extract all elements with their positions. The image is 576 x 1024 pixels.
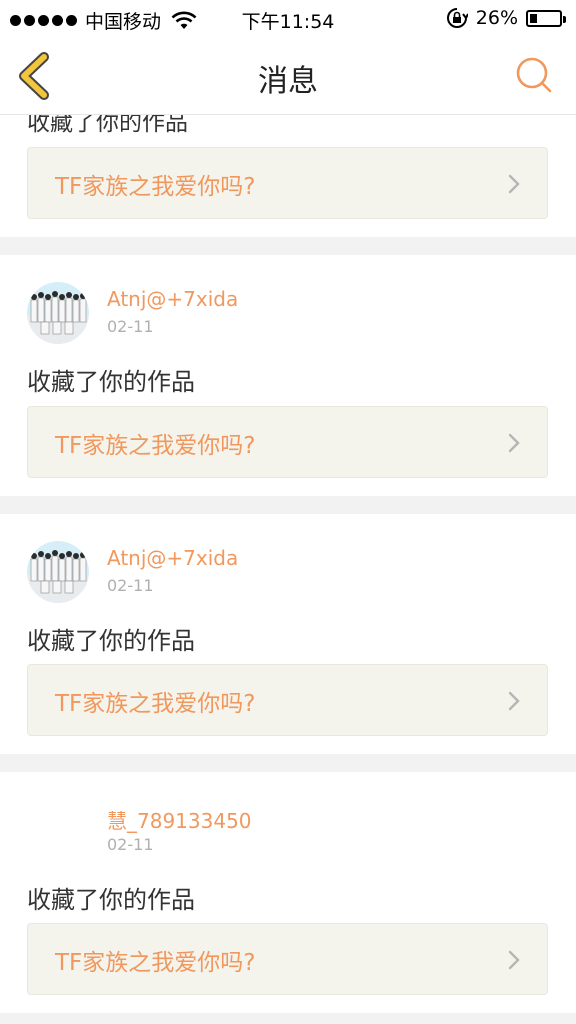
status-bar: 中国移动 下午11:54 26% bbox=[0, 0, 576, 38]
username-link[interactable]: 慧_789133450 bbox=[107, 805, 252, 834]
avatar[interactable] bbox=[27, 541, 89, 603]
chevron-right-icon bbox=[508, 950, 520, 970]
work-title: TF家族之我爱你吗? bbox=[55, 174, 256, 200]
message-action-text: 收藏了你的作品 bbox=[27, 886, 195, 914]
message-date: 02-11 bbox=[107, 835, 154, 854]
message-date: 02-11 bbox=[107, 576, 154, 595]
section-divider bbox=[0, 1013, 576, 1024]
page-title: 消息 bbox=[258, 64, 318, 99]
status-right: 26% bbox=[446, 7, 566, 29]
work-card[interactable]: TF家族之我爱你吗? bbox=[27, 923, 548, 995]
section-divider bbox=[0, 496, 576, 514]
work-card[interactable]: TF家族之我爱你吗? bbox=[27, 147, 548, 219]
message-action-text: 收藏了你的作品 bbox=[27, 627, 195, 655]
avatar[interactable] bbox=[27, 800, 89, 862]
username-link[interactable]: Atnj@+7xida bbox=[107, 287, 238, 311]
battery-nub bbox=[563, 15, 566, 23]
rotation-lock-icon bbox=[446, 8, 468, 28]
search-icon[interactable] bbox=[514, 55, 554, 95]
message-date: 02-11 bbox=[107, 317, 154, 336]
avatar-image bbox=[27, 282, 89, 344]
message-action-text: 收藏了你的作品 bbox=[27, 115, 188, 136]
battery-percent: 26% bbox=[475, 7, 518, 29]
message-action-text: 收藏了你的作品 bbox=[27, 368, 195, 396]
username-link[interactable]: Atnj@+7xida bbox=[107, 546, 238, 570]
section-divider bbox=[0, 237, 576, 255]
work-card[interactable]: TF家族之我爱你吗? bbox=[27, 406, 548, 478]
chevron-right-icon bbox=[508, 433, 520, 453]
work-title: TF家族之我爱你吗? bbox=[55, 950, 256, 976]
battery-icon bbox=[526, 9, 566, 27]
work-title: TF家族之我爱你吗? bbox=[55, 433, 256, 459]
work-title: TF家族之我爱你吗? bbox=[55, 691, 256, 717]
nav-bar: 消息 bbox=[0, 38, 576, 115]
chevron-right-icon bbox=[508, 691, 520, 711]
chevron-right-icon bbox=[508, 174, 520, 194]
avatar[interactable] bbox=[27, 282, 89, 344]
work-card[interactable]: TF家族之我爱你吗? bbox=[27, 664, 548, 736]
message-list[interactable]: 收藏了你的作品 TF家族之我爱你吗? Atnj@+7xida 02-11 收藏了… bbox=[0, 115, 576, 1024]
section-divider bbox=[0, 754, 576, 772]
battery-fill bbox=[530, 13, 537, 23]
avatar-image bbox=[27, 541, 89, 603]
